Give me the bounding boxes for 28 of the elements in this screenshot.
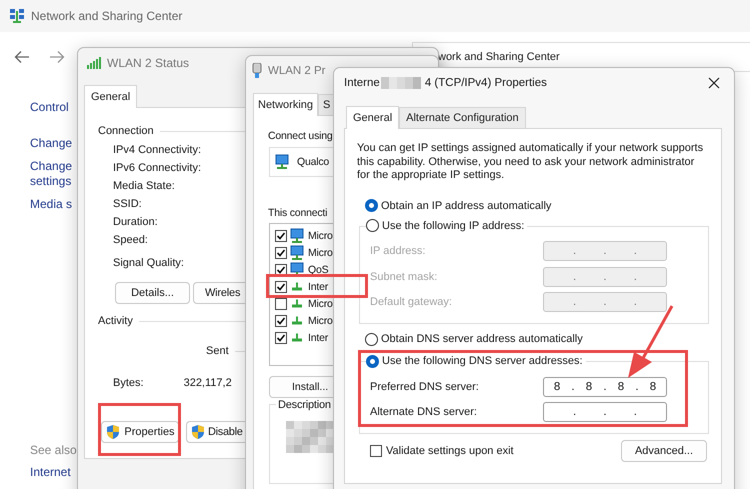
field-label: Connect using: [268, 129, 333, 143]
field-label: Speed:: [112, 233, 149, 248]
field-label: Alternate DNS server:: [370, 406, 478, 418]
field-label: Signal Quality:: [112, 256, 184, 271]
field-label: IPv6 Connectivity:: [112, 161, 202, 176]
field-label: IP address:: [370, 245, 426, 258]
bytes-value: 322,117,2: [184, 376, 232, 390]
window-title: 4 (TCP/IPv4) Properties: [424, 77, 547, 89]
field-label: This connecti: [268, 206, 328, 220]
column-label: Sent: [206, 344, 229, 358]
group-label: Description: [276, 398, 333, 412]
field-label: Bytes:: [113, 376, 144, 390]
field-label: Default gateway:: [370, 296, 453, 308]
section-heading: Connection: [98, 124, 154, 138]
window-title: WLAN 2 Pr: [268, 65, 326, 77]
section-heading: See also: [30, 443, 77, 458]
section-heading: Activity: [98, 314, 133, 328]
field-label: Duration:: [112, 215, 159, 230]
window-title: Interne: [344, 77, 380, 89]
field-label: SSID:: [112, 197, 143, 212]
field-label: Subnet mask:: [370, 270, 438, 283]
field-label: IPv4 Connectivity:: [112, 143, 202, 158]
field-label: Preferred DNS server:: [370, 380, 480, 393]
field-label: Media State:: [112, 179, 176, 194]
intro-text: You can get IP settings assigned automatically if your network supports this capability. Otherwise, you need to ask your network administrator for the appropriate IP settings.: [357, 142, 704, 182]
window-title: WLAN 2 Status: [107, 56, 190, 70]
adapter-name: Qualco: [297, 156, 330, 168]
window-title: Network and Sharing Center: [31, 9, 182, 23]
